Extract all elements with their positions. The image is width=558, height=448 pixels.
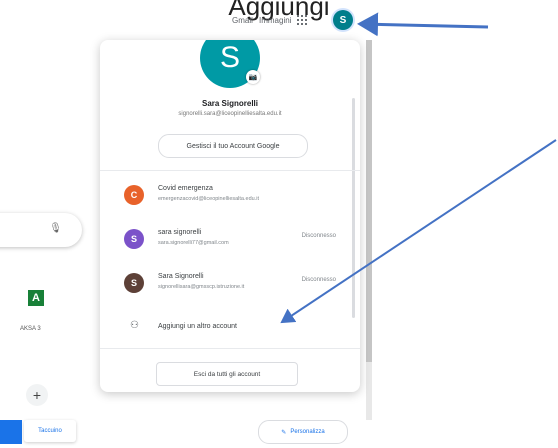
annotation-arrow-avatar	[357, 12, 489, 37]
annotation-arrow-add-account	[280, 139, 557, 324]
annotation-arrows	[280, 12, 557, 324]
